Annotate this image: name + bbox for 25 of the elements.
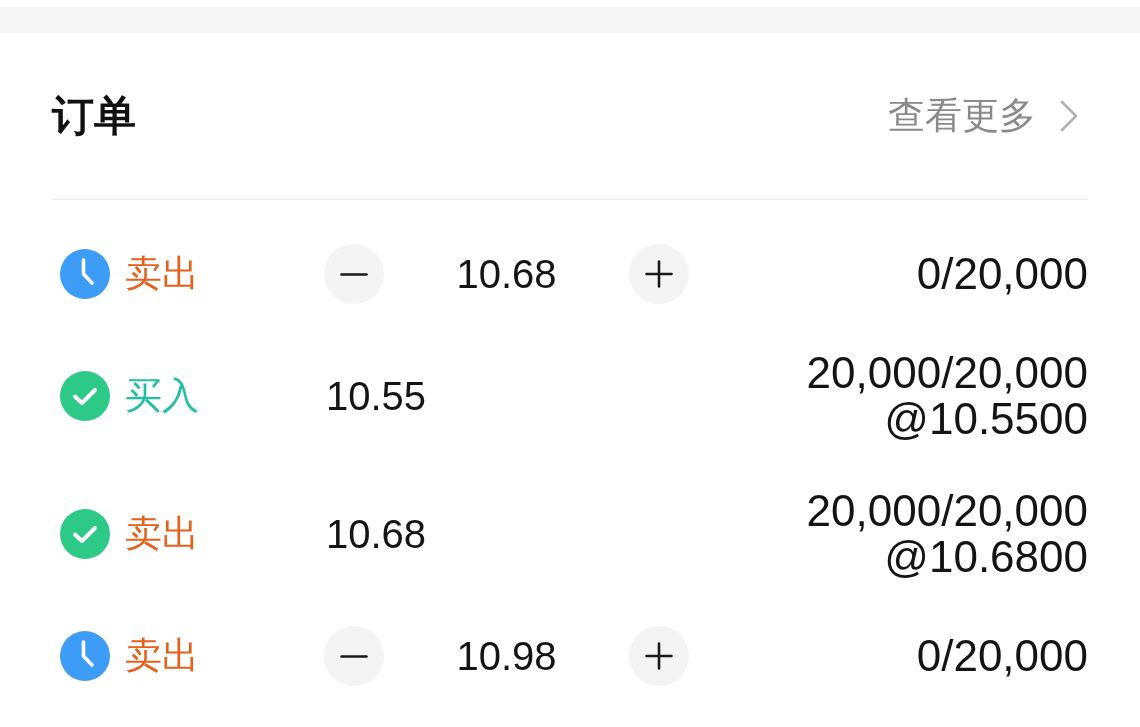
average-price: @10.5500: [884, 396, 1088, 442]
section-title: 订单: [52, 91, 136, 141]
order-side: 卖出: [125, 634, 199, 678]
clock-icon: [60, 631, 110, 681]
order-price: 10.68: [326, 511, 427, 557]
order-price: 10.68: [455, 251, 558, 297]
minus-icon: [340, 272, 368, 276]
order-price: 10.55: [326, 373, 427, 419]
order-quantity: 20,000/20,000: [806, 350, 1088, 396]
plus-icon: [645, 642, 673, 670]
order-quantity: 0/20,000: [916, 633, 1088, 679]
average-price: @10.6800: [884, 534, 1088, 580]
plus-icon: [645, 260, 673, 288]
minus-icon: [340, 654, 368, 658]
order-quantity: 0/20,000: [916, 251, 1088, 297]
order-side: 买入: [125, 374, 199, 418]
order-price: 10.98: [455, 633, 558, 679]
check-circle-icon: [60, 371, 110, 421]
view-more-link[interactable]: 查看更多: [888, 93, 1078, 139]
chevron-right-icon: [1060, 100, 1078, 132]
clock-icon: [60, 249, 110, 299]
order-side: 卖出: [125, 252, 199, 296]
order-quantity: 20,000/20,000: [806, 488, 1088, 534]
order-side: 卖出: [125, 512, 199, 556]
check-circle-icon: [60, 509, 110, 559]
